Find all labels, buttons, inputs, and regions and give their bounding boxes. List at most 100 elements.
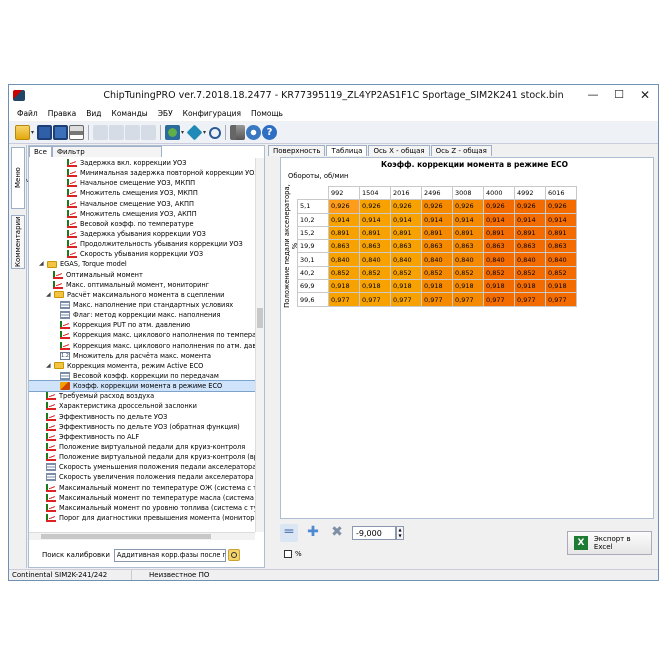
y-axis-cell[interactable]: 99,6 [297,292,329,307]
tab-comments[interactable]: Комментарии [11,215,25,269]
map-cell[interactable]: 0,914 [421,212,453,227]
map-cell[interactable]: 0,918 [328,279,360,294]
map-cell[interactable]: 0,926 [545,199,577,214]
map-cell[interactable]: 0,891 [483,225,515,241]
map-cell[interactable]: 0,852 [328,265,360,281]
map-cell[interactable]: 0,918 [452,279,484,294]
map-cell[interactable]: 0,863 [359,239,391,254]
tab-calibrations-menu[interactable]: Меню калибровок [11,147,34,209]
compare-dropdown-icon[interactable]: ▾ [181,129,184,136]
map-cell[interactable]: 0,914 [390,212,422,227]
tree-item[interactable]: Коррекция макс. циклового наполнения по … [29,341,255,351]
map-cell[interactable]: 0,891 [421,225,453,241]
search-input[interactable]: Аддитивная корр.фазы после пуска (хол.д [113,548,226,562]
tree-item[interactable]: Положение виртуальной педали для круиз-к… [29,442,255,452]
tree-item[interactable]: Весовой коэфф. коррекции по передачам [29,371,255,381]
map-cell[interactable]: 0,926 [328,199,360,214]
map-cell[interactable]: 0,914 [359,212,391,227]
map-cell[interactable]: 0,977 [483,292,515,307]
print-icon[interactable] [69,125,85,140]
edit-value-input[interactable] [352,526,396,540]
map-cell[interactable]: 0,891 [390,225,422,241]
tree-item[interactable]: Эффективность по дельте УОЗ (обратная фу… [29,422,255,432]
x-axis-cell[interactable]: 992 [328,185,360,201]
compare-icon[interactable] [165,125,181,140]
tab-axis-x[interactable]: Ось X - общая [368,145,430,156]
x-axis-cell[interactable]: 4992 [514,185,546,201]
tree-item[interactable]: ◢ Коррекция момента, режим Active ECO [29,361,255,371]
map-cell[interactable]: 0,977 [514,292,546,307]
y-axis-cell[interactable]: 10,2 [297,212,329,227]
menu-configuration[interactable]: Конфигурация [178,107,246,121]
open-folder-icon[interactable] [15,125,30,140]
map-cell[interactable]: 0,852 [359,265,391,281]
y-axis-cell[interactable]: 69,9 [297,279,329,294]
menu-view[interactable]: Вид [81,107,106,121]
map-cell[interactable]: 0,840 [359,252,391,267]
x-axis-cell[interactable]: 4000 [483,185,515,201]
y-axis-cell[interactable]: 40,2 [297,265,329,281]
menu-file[interactable]: Файл [12,107,43,121]
tree-hscroll-thumb[interactable] [41,534,211,539]
tree-item[interactable]: Продолжительность убывания коррекции УОЗ [29,239,255,249]
map-cell[interactable]: 0,863 [545,239,577,254]
map-cell[interactable]: 0,863 [514,239,546,254]
map-cell[interactable]: 0,840 [545,252,577,267]
map-cell[interactable]: 0,914 [545,212,577,227]
map-cell[interactable]: 0,918 [390,279,422,294]
map-cell[interactable]: 0,863 [390,239,422,254]
map-cell[interactable]: 0,840 [483,252,515,267]
maximize-button[interactable]: ☐ [606,85,632,105]
map-cell[interactable]: 0,891 [359,225,391,241]
tree-item[interactable]: Коррекция макс. циклового наполнения по … [29,330,255,340]
percent-checkbox[interactable] [284,550,292,558]
map-cell[interactable]: 0,891 [514,225,546,241]
x-axis-cell[interactable]: 3008 [452,185,484,201]
tree-item[interactable]: Эффективность по ALF [29,432,255,442]
map-cell[interactable]: 0,918 [421,279,453,294]
tree-item[interactable]: Весовой коэфф. по температуре [29,219,255,229]
map-cell[interactable]: 0,914 [328,212,360,227]
map-cell[interactable]: 0,926 [421,199,453,214]
tree-item[interactable]: Макс. наполнение при стандартных условия… [29,300,255,310]
tree-item[interactable]: ◢ EGAS, Torque model [29,259,255,269]
map-cell[interactable]: 0,977 [359,292,391,307]
map-cell[interactable]: 0,914 [483,212,515,227]
map-cell[interactable]: 0,840 [328,252,360,267]
expand-arrow-icon[interactable]: ◢ [46,290,54,300]
map-cell[interactable]: 0,977 [545,292,577,307]
map-cell[interactable]: 0,891 [545,225,577,241]
tree-item[interactable]: Множитель для расчёта макс. момента [29,351,255,361]
tree-scroll-thumb[interactable] [257,308,263,328]
search-icon[interactable] [209,126,222,139]
expand-arrow-icon[interactable]: ◢ [39,259,47,269]
x-axis-cell[interactable]: 6016 [545,185,577,201]
menu-edit[interactable]: Правка [43,107,82,121]
menu-help[interactable]: Помощь [246,107,288,121]
value-spinner[interactable]: ▲ ▼ [396,526,404,540]
map-cell[interactable]: 0,926 [452,199,484,214]
x-axis-cell[interactable]: 2016 [390,185,422,201]
y-axis-cell[interactable]: 15,2 [297,225,329,241]
map-cell[interactable]: 0,863 [421,239,453,254]
x-axis-cell[interactable]: 1504 [359,185,391,201]
map-cell[interactable]: 0,918 [545,279,577,294]
tree-item[interactable]: Начальное смещение УОЗ, МКПП [29,178,255,188]
map-cell[interactable]: 0,840 [421,252,453,267]
map-cell[interactable]: 0,914 [514,212,546,227]
multiply-icon[interactable]: ✖ [328,524,346,542]
tree-item[interactable]: Порог для диагностики превышения момента… [29,513,255,523]
map-cell[interactable]: 0,852 [452,265,484,281]
map-cell[interactable]: 0,977 [421,292,453,307]
equals-icon[interactable]: ═ [280,524,298,542]
tree-item[interactable]: Оптимальный момент [29,270,255,280]
y-axis-cell[interactable]: 5,1 [297,199,329,214]
tab-all[interactable]: Все [29,146,52,157]
tree-horizontal-scrollbar[interactable] [29,532,255,540]
map-cell[interactable]: 0,863 [328,239,360,254]
settings-icon[interactable] [246,125,262,140]
tree-vertical-scrollbar[interactable] [255,158,264,532]
x-axis-cell[interactable]: 2496 [421,185,453,201]
help-icon[interactable]: ? [262,125,278,140]
plus-icon[interactable]: ✚ [304,524,322,542]
